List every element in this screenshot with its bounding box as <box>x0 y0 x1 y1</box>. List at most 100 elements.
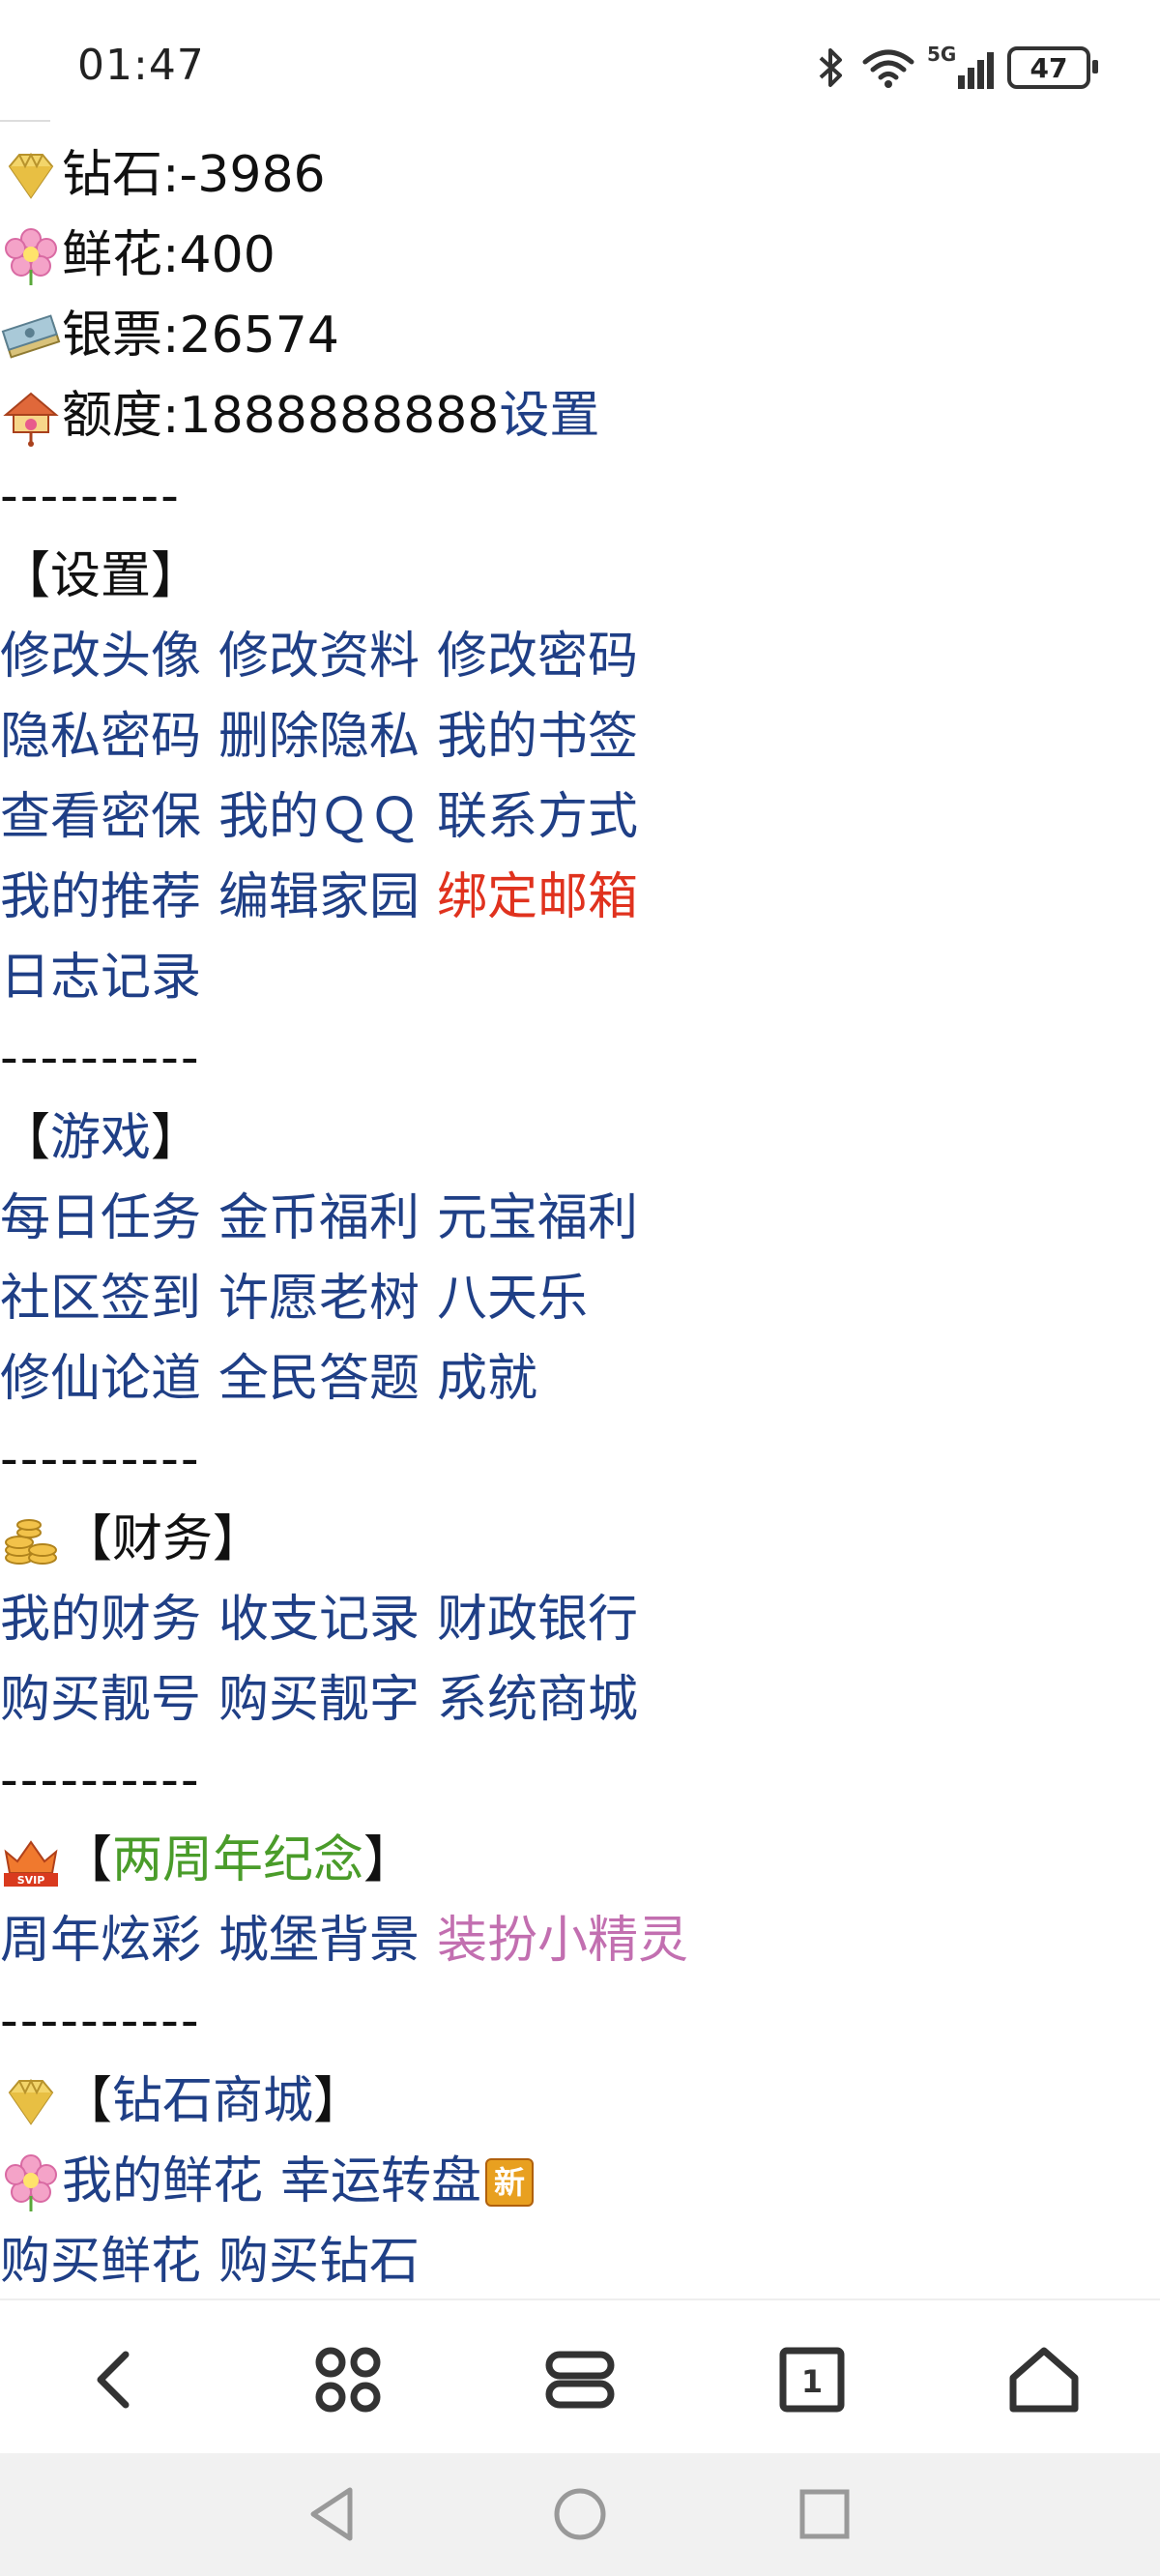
finance-row-1: 我的财务 收支记录 财政银行 <box>0 1580 1160 1660</box>
page-content: 钻石:-3986 鲜花:400 银票:26574 额度:1888888888 设… <box>0 135 1160 2302</box>
link-eight-days[interactable]: 八天乐 <box>437 1259 588 1339</box>
link-quiz[interactable]: 全民答题 <box>218 1339 420 1420</box>
link-games[interactable]: 游戏 <box>50 1098 151 1179</box>
link-contact-info[interactable]: 联系方式 <box>437 777 638 858</box>
stat-flower: 鲜花:400 <box>0 216 1160 296</box>
menu-icon[interactable] <box>539 2339 621 2420</box>
bluetooth-icon <box>819 48 842 87</box>
flower-icon <box>5 227 57 285</box>
section-title-settings: 【设置】 <box>0 547 202 605</box>
link-edit-home[interactable]: 编辑家园 <box>218 858 420 938</box>
stat-diamond-text: 钻石:-3986 <box>62 146 326 204</box>
diamond-shop-row-2: 购买鲜花 购买钻石 <box>0 2222 1160 2302</box>
link-dress-up-sprite[interactable]: 装扮小精灵 <box>437 1901 688 1981</box>
flower-icon <box>5 2153 57 2211</box>
diamond-shop-row-1: 我的鲜花 幸运转盘 新 <box>0 2142 1160 2222</box>
section-title-diamond-shop: 【钻石商城】 <box>0 2062 1160 2142</box>
back-icon[interactable] <box>75 2339 157 2420</box>
bracket-close: 】 <box>363 1831 415 1889</box>
section-title-anniversary: SVIP 【两周年纪念】 <box>0 1821 1160 1901</box>
stat-quota-text: 额度:1888888888 <box>62 387 500 445</box>
stat-banknote-text: 银票:26574 <box>62 307 339 365</box>
svg-text:1: 1 <box>801 2363 823 2400</box>
battery-indicator: 47 <box>1007 46 1098 89</box>
stat-banknote: 银票:26574 <box>0 296 1160 376</box>
link-log-records[interactable]: 日志记录 <box>0 938 201 1018</box>
status-time: 01:47 <box>77 41 205 90</box>
link-gold-welfare[interactable]: 金币福利 <box>218 1179 420 1259</box>
games-row-2: 社区签到 许愿老树 八天乐 <box>0 1259 1160 1339</box>
bracket-open: 【 <box>62 2072 113 2130</box>
link-edit-profile[interactable]: 修改资料 <box>218 617 420 697</box>
link-my-flowers[interactable]: 我的鲜花 <box>62 2142 263 2222</box>
link-buy-character[interactable]: 购买靓字 <box>218 1660 420 1741</box>
status-icons: 5G 47 <box>815 39 1098 97</box>
link-bind-email[interactable]: 绑定邮箱 <box>437 858 638 938</box>
link-change-password[interactable]: 修改密码 <box>437 617 638 697</box>
status-bar: 01:47 5G 47 <box>0 0 1160 135</box>
link-my-referrals[interactable]: 我的推荐 <box>0 858 201 938</box>
finance-row-2: 购买靓号 购买靓字 系统商城 <box>0 1660 1160 1741</box>
link-privacy-password[interactable]: 隐私密码 <box>0 697 201 777</box>
settings-row-4: 我的推荐 编辑家园 绑定邮箱 <box>0 858 1160 938</box>
link-finance-bank[interactable]: 财政银行 <box>437 1580 638 1660</box>
link-system-store[interactable]: 系统商城 <box>437 1660 638 1741</box>
link-ingot-welfare[interactable]: 元宝福利 <box>437 1179 638 1259</box>
finance-title: 【财务】 <box>62 1510 264 1568</box>
system-recents-icon[interactable] <box>791 2480 858 2548</box>
stat-quota: 额度:1888888888 设置 <box>0 376 1160 456</box>
link-lucky-wheel[interactable]: 幸运转盘 <box>280 2142 481 2222</box>
link-achievements[interactable]: 成就 <box>437 1339 537 1420</box>
games-row-1: 每日任务 金币福利 元宝福利 <box>0 1179 1160 1259</box>
svg-text:SVIP: SVIP <box>17 1874 45 1887</box>
anniversary-title[interactable]: 两周年纪念 <box>112 1821 363 1901</box>
link-anniversary-colors[interactable]: 周年炫彩 <box>0 1901 201 1981</box>
link-diamond-shop[interactable]: 钻石商城 <box>112 2062 313 2142</box>
link-change-avatar[interactable]: 修改头像 <box>0 617 201 697</box>
settings-row-1: 修改头像 修改资料 修改密码 <box>0 617 1160 697</box>
browser-toolbar: 1 <box>0 2298 1160 2455</box>
anniversary-row-1: 周年炫彩 城堡背景 装扮小精灵 <box>0 1901 1160 1981</box>
diamond-icon <box>8 152 54 199</box>
wifi-icon <box>862 49 914 88</box>
link-buy-flowers[interactable]: 购买鲜花 <box>0 2222 201 2302</box>
diamond-icon <box>8 2078 54 2125</box>
quota-settings-link[interactable]: 设置 <box>499 376 599 456</box>
link-my-bookmarks[interactable]: 我的书签 <box>437 697 638 777</box>
games-row-3: 修仙论道 全民答题 成就 <box>0 1339 1160 1420</box>
section-title-games: 【游戏】 <box>0 1098 1160 1179</box>
coins-icon <box>5 1518 57 1565</box>
settings-row-3: 查看密保 我的ＱＱ 联系方式 <box>0 777 1160 858</box>
divider: ---------- <box>0 1992 201 2050</box>
system-back-icon[interactable] <box>300 2480 367 2548</box>
home-icon[interactable] <box>1003 2339 1085 2420</box>
bracket-close: 】 <box>151 1109 202 1167</box>
settings-row-5: 日志记录 <box>0 938 1160 1018</box>
link-wishing-tree[interactable]: 许愿老树 <box>218 1259 420 1339</box>
bracket-open: 【 <box>62 1831 113 1889</box>
link-my-finance[interactable]: 我的财务 <box>0 1580 201 1660</box>
divider: ---------- <box>0 1029 201 1087</box>
link-view-security[interactable]: 查看密保 <box>0 777 201 858</box>
svip-crown-icon: SVIP <box>4 1839 58 1887</box>
divider: ---------- <box>0 1430 201 1488</box>
section-title-finance: 【财务】 <box>0 1500 1160 1580</box>
link-buy-number[interactable]: 购买靓号 <box>0 1660 201 1741</box>
link-community-checkin[interactable]: 社区签到 <box>0 1259 201 1339</box>
link-daily-tasks[interactable]: 每日任务 <box>0 1179 201 1259</box>
system-navigation-bar <box>0 2453 1160 2576</box>
link-xiuxian[interactable]: 修仙论道 <box>0 1339 201 1420</box>
link-castle-background[interactable]: 城堡背景 <box>218 1901 420 1981</box>
settings-row-2: 隐私密码 删除隐私 我的书签 <box>0 697 1160 777</box>
link-buy-diamonds[interactable]: 购买钻石 <box>218 2222 420 2302</box>
apps-icon[interactable] <box>307 2339 389 2420</box>
link-delete-privacy[interactable]: 删除隐私 <box>218 697 420 777</box>
link-transaction-records[interactable]: 收支记录 <box>218 1580 420 1660</box>
new-badge: 新 <box>485 2157 535 2207</box>
bracket-open: 【 <box>0 1109 51 1167</box>
system-home-icon[interactable] <box>546 2480 614 2548</box>
link-my-qq[interactable]: 我的ＱＱ <box>218 777 420 858</box>
divider: ---------- <box>0 1751 201 1809</box>
bracket-close: 】 <box>313 2072 364 2130</box>
tabs-icon[interactable]: 1 <box>771 2339 853 2420</box>
